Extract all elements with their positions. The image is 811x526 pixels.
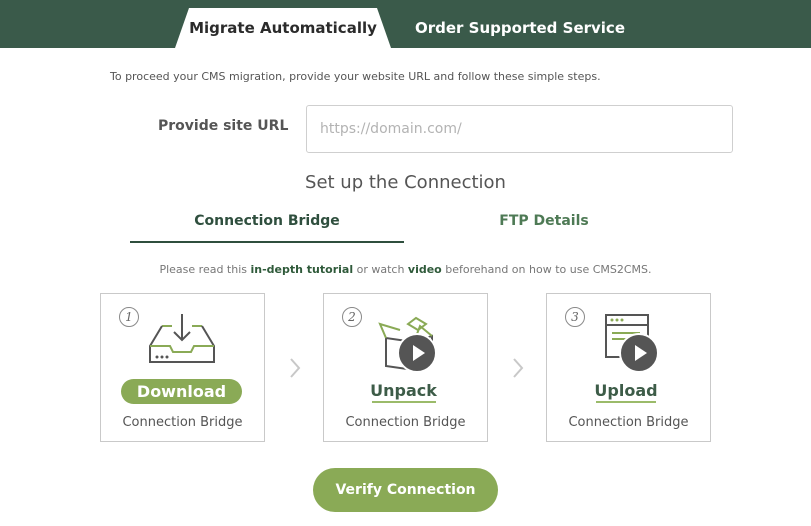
play-video-icon[interactable] xyxy=(397,333,437,373)
video-link[interactable]: video xyxy=(408,263,442,276)
chevron-right-icon xyxy=(513,358,524,378)
download-button[interactable]: Download xyxy=(121,379,242,404)
upload-link-label: Upload xyxy=(594,381,658,400)
tab-migrate-automatically-label: Migrate Automatically xyxy=(189,19,377,37)
subtab-ftp-details[interactable]: FTP Details xyxy=(404,213,684,243)
note-text-middle: or watch xyxy=(353,263,408,276)
intro-text: To proceed your CMS migration, provide y… xyxy=(110,70,601,83)
note-text-after: beforehand on how to use CMS2CMS. xyxy=(441,263,652,276)
download-tray-icon xyxy=(149,314,215,363)
unpack-link-label: Unpack xyxy=(370,381,437,400)
step-number-1: 1 xyxy=(119,307,139,327)
top-tab-bar xyxy=(0,0,811,48)
upload-underline xyxy=(596,401,656,403)
upload-link[interactable]: Upload xyxy=(588,381,664,403)
step-1-subtitle: Connection Bridge xyxy=(122,415,243,430)
tab-migrate-automatically[interactable]: Migrate Automatically xyxy=(175,8,391,48)
note-text-before: Please read this xyxy=(159,263,251,276)
unpack-underline xyxy=(371,401,436,403)
tutorial-link[interactable]: in-depth tutorial xyxy=(251,263,354,276)
tab-order-supported-service[interactable]: Order Supported Service xyxy=(410,8,630,48)
step-number-2: 2 xyxy=(342,307,362,327)
unpack-link[interactable]: Unpack xyxy=(362,381,445,403)
step-2-subtitle: Connection Bridge xyxy=(345,415,466,430)
site-url-input[interactable] xyxy=(306,105,733,153)
site-url-label: Provide site URL xyxy=(158,118,289,134)
verify-connection-button[interactable]: Verify Connection xyxy=(313,468,498,512)
play-video-icon[interactable] xyxy=(619,333,659,373)
step-number-3: 3 xyxy=(565,307,585,327)
step-3-subtitle: Connection Bridge xyxy=(568,415,689,430)
tutorial-note: Please read this in-depth tutorial or wa… xyxy=(0,263,811,276)
setup-connection-title: Set up the Connection xyxy=(305,172,506,193)
subtab-connection-bridge[interactable]: Connection Bridge xyxy=(130,213,404,243)
chevron-right-icon xyxy=(290,358,301,378)
